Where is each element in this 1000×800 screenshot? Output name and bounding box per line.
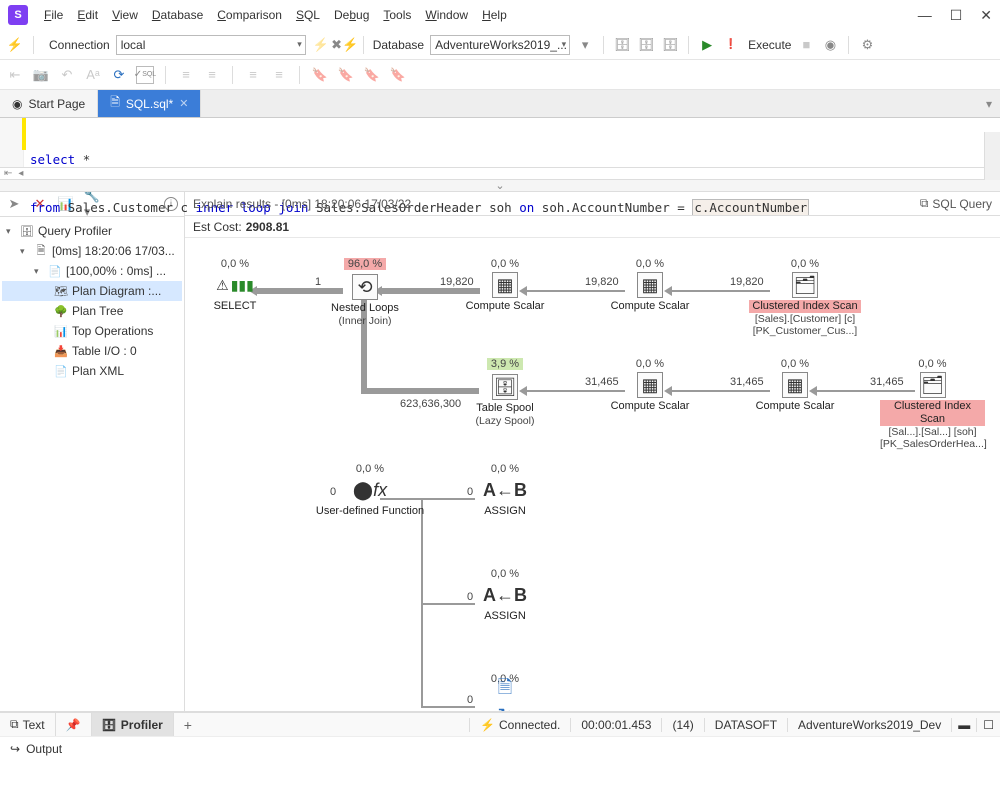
profiler-tab-icon: 🗄 [102,718,117,732]
menu-edit[interactable]: Edit [71,4,104,26]
indent-left-icon[interactable]: ⇤ [6,66,24,84]
node-clustered-index-scan-2[interactable]: 0,0 % 🗂 Clustered Index Scan [Sal...].[S… [880,358,985,450]
est-cost-value: 2908.81 [246,220,289,234]
db-icon-2[interactable]: 🗄 [637,36,655,54]
status-db: AdventureWorks2019_Dev [787,718,951,732]
node-compute-scalar-3[interactable]: 0,0 % ▦ Compute Scalar [600,358,700,413]
db-icon-1[interactable]: 🗄 [613,36,631,54]
status-connected: Connected. [499,718,560,732]
close-tab-icon[interactable]: ✕ [179,97,188,110]
menu-database[interactable]: Database [146,4,209,26]
menu-bar: File Edit View Database Comparison SQL D… [38,4,513,26]
refresh-exec-icon[interactable]: ◉ [821,36,839,54]
tab-start-page[interactable]: ◉ Start Page [0,90,98,117]
node-compute-scalar-4[interactable]: 0,0 % ▦ Compute Scalar [745,358,845,413]
outdent-icon[interactable]: ≡ [244,66,262,84]
format-icon[interactable]: Aᵃ [84,66,102,84]
editor-scrollbar[interactable] [984,132,1000,182]
node-compute-scalar-2[interactable]: 0,0 % ▦ Compute Scalar [600,258,700,313]
bottom-tab-pin[interactable]: 📌 [56,713,92,736]
db-icon-3[interactable]: 🗄 [661,36,679,54]
db-dropdown-icon[interactable]: ▾ [576,36,594,54]
new-conn-icon[interactable]: ⚡ [6,36,24,54]
indent-icon-1[interactable]: ≡ [177,66,195,84]
text-tab-icon: ⧉ [10,717,19,732]
connection-combo[interactable]: local [116,35,306,55]
execute-label[interactable]: Execute [748,38,791,52]
menu-debug[interactable]: Debug [328,4,375,26]
explain-results-label: Explain results - [0ms] 18:20:06 17/03/2… [193,197,411,211]
node-nested-loops[interactable]: 96,0 % ⟲ Nested Loops (Inner Join) [320,258,410,327]
indent-icon-2[interactable]: ≡ [203,66,221,84]
node-table-spool[interactable]: 3,9 % 🗄 Table Spool (Lazy Spool) [455,358,555,427]
est-cost-label: Est Cost: [193,220,242,234]
tree-table-io[interactable]: 📥Table I/O : 0 [2,341,182,361]
sql-check-icon[interactable]: ✓SQL [136,66,154,84]
tree-top-ops[interactable]: 📊Top Operations [2,321,182,341]
editor-collapse-icon[interactable]: ⇤ [4,168,12,179]
menu-view[interactable]: View [106,4,144,26]
bottom-tab-profiler[interactable]: 🗄Profiler [92,713,174,736]
tree-pct[interactable]: ▾📄[100,00% : 0ms] ... [2,261,182,281]
output-icon[interactable]: ↪ [10,742,20,756]
minimize-button[interactable]: — [918,7,932,24]
disconnect-x-icon[interactable]: ✖⚡ [336,36,354,54]
indent-icon-3[interactable]: ≡ [270,66,288,84]
node-assign-2[interactable]: 0,0 % A←B ASSIGN [470,568,540,623]
execute-icon[interactable]: ▶ [698,36,716,54]
status-window-icon[interactable]: ▬ [951,718,976,732]
sql-query-link[interactable]: SQL Query [932,197,992,211]
tab-overflow-icon[interactable]: ▾ [978,90,1000,117]
output-label[interactable]: Output [26,742,62,756]
refresh-icon[interactable]: ⟳ [110,66,128,84]
database-label: Database [373,38,424,52]
node-assign-1[interactable]: 0,0 % A←B ASSIGN [470,463,540,518]
arrow-icon[interactable]: ➤ [6,196,22,212]
menu-window[interactable]: Window [419,4,474,26]
bookmark-next-icon[interactable]: 🔖 [363,66,381,84]
tab-sql-file[interactable]: 🗎 SQL.sql* ✕ [98,90,201,117]
pin-icon: 📌 [66,718,81,732]
tree-plan-tree[interactable]: 🌳Plan Tree [2,301,182,321]
tree-plan-xml[interactable]: 📄Plan XML [2,361,182,381]
sql-query-icon[interactable]: ⧉ [920,196,929,211]
splitter[interactable] [0,180,1000,192]
code-editor[interactable]: select * from Sales.Customer c inner loo… [0,118,1000,168]
sql-file-icon: 🗎 [110,93,120,114]
node-clustered-index-scan-1[interactable]: 0,0 % 🗂 Clustered Index Scan [Sales].[Cu… [740,258,870,337]
menu-file[interactable]: File [38,4,69,26]
bookmark-icon[interactable]: 🔖 [311,66,329,84]
stop-icon[interactable]: ❗ [722,36,740,54]
status-time: 00:00:01.453 [570,718,661,732]
node-last[interactable]: 0,0 % 🗎↻ [470,673,540,711]
status-square-icon[interactable]: ☐ [976,718,1000,732]
maximize-button[interactable]: ☐ [950,7,963,24]
start-page-icon: ◉ [12,97,22,111]
bookmark-prev-icon[interactable]: 🔖 [337,66,355,84]
node-udf[interactable]: 0,0 % ⬤fx User-defined Function [305,463,435,518]
tree-plan-diagram[interactable]: 🗺Plan Diagram :... [2,281,182,301]
plan-diagram-canvas[interactable]: 0,0 % ⚠▮▮▮ SELECT 1 96,0 % ⟲ Nested Loop… [185,238,1000,711]
app-logo: S [8,5,28,25]
database-combo[interactable]: AdventureWorks2019_... [430,35,570,55]
menu-tools[interactable]: Tools [377,4,417,26]
close-button[interactable]: ✕ [980,7,992,24]
connected-icon: ⚡ [480,718,495,732]
menu-comparison[interactable]: Comparison [211,4,288,26]
tool-misc-icon[interactable]: ⚙ [858,36,876,54]
node-compute-scalar-1[interactable]: 0,0 % ▦ Compute Scalar [455,258,555,313]
status-host: DATASOFT [704,718,787,732]
menu-help[interactable]: Help [476,4,513,26]
bottom-tab-text[interactable]: ⧉Text [0,713,56,736]
camera-icon[interactable]: 📷 [32,66,50,84]
bookmark-clear-icon[interactable]: 🔖 [389,66,407,84]
undo-icon[interactable]: ↶ [58,66,76,84]
add-tab-button[interactable]: + [174,717,202,733]
disconnect-icon[interactable]: ⚡ [312,36,330,54]
connection-label: Connection [49,38,110,52]
status-rows: (14) [661,718,703,732]
menu-sql[interactable]: SQL [290,4,326,26]
node-select[interactable]: 0,0 % ⚠▮▮▮ SELECT [195,258,275,313]
stop-square-icon[interactable]: ■ [797,36,815,54]
